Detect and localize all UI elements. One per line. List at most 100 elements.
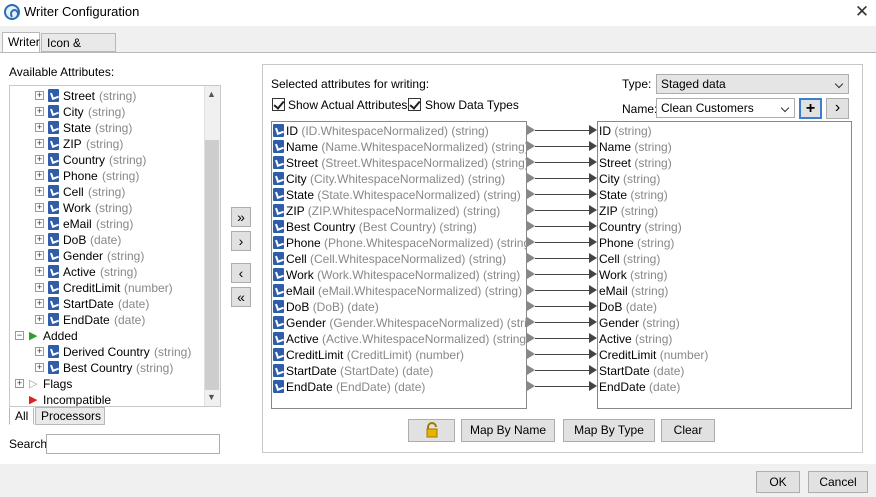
target-attribute-row[interactable]: ZIP (string) (598, 203, 851, 219)
target-handle-icon[interactable] (589, 269, 597, 279)
source-handle-icon[interactable] (527, 125, 535, 135)
source-handle-icon[interactable] (527, 301, 535, 311)
source-handle-icon[interactable] (527, 205, 535, 215)
target-handle-icon[interactable] (589, 333, 597, 343)
expand-icon[interactable]: + (35, 267, 44, 276)
source-handle-icon[interactable] (527, 285, 535, 295)
target-attribute-row[interactable]: ID (string) (598, 123, 851, 139)
target-attribute-row[interactable]: DoB (date) (598, 299, 851, 315)
source-attribute-row[interactable]: EndDate (EndDate) (date) (272, 379, 526, 395)
source-handle-icon[interactable] (527, 189, 535, 199)
show-data-types-checkbox[interactable] (408, 98, 421, 111)
expand-icon[interactable]: + (35, 283, 44, 292)
target-attribute-row[interactable]: City (string) (598, 171, 851, 187)
expand-icon[interactable]: + (35, 139, 44, 148)
type-select[interactable]: Staged data (656, 74, 849, 94)
target-handle-icon[interactable] (589, 125, 597, 135)
expand-icon[interactable]: + (35, 171, 44, 180)
tree-scroll-thumb[interactable] (205, 140, 219, 390)
target-handle-icon[interactable] (589, 237, 597, 247)
target-attribute-row[interactable]: Street (string) (598, 155, 851, 171)
tab-processors[interactable]: Processors (35, 407, 105, 425)
target-handle-icon[interactable] (589, 365, 597, 375)
target-handle-icon[interactable] (589, 141, 597, 151)
source-attribute-row[interactable]: City (City.WhitespaceNormalized) (string… (272, 171, 526, 187)
target-attribute-row[interactable]: CreditLimit (number) (598, 347, 851, 363)
source-handle-icon[interactable] (527, 317, 535, 327)
source-attribute-row[interactable]: Phone (Phone.WhitespaceNormalized) (stri… (272, 235, 526, 251)
scroll-up-icon[interactable]: ▲ (207, 89, 216, 99)
target-handle-icon[interactable] (589, 301, 597, 311)
expand-icon[interactable]: + (35, 123, 44, 132)
scroll-down-icon[interactable]: ▼ (207, 392, 216, 402)
expand-icon[interactable]: + (35, 347, 44, 356)
add-all-button[interactable]: » (231, 207, 251, 227)
target-attribute-row[interactable]: StartDate (date) (598, 363, 851, 379)
target-attribute-row[interactable]: Work (string) (598, 267, 851, 283)
target-handle-icon[interactable] (589, 381, 597, 391)
expand-icon[interactable]: + (35, 203, 44, 212)
expand-icon[interactable]: − (15, 331, 24, 340)
source-attribute-row[interactable]: State (State.WhitespaceNormalized) (stri… (272, 187, 526, 203)
source-attribute-row[interactable]: Best Country (Best Country) (string) (272, 219, 526, 235)
target-handle-icon[interactable] (589, 285, 597, 295)
source-handle-icon[interactable] (527, 221, 535, 231)
target-attribute-row[interactable]: Gender (string) (598, 315, 851, 331)
target-handle-icon[interactable] (589, 157, 597, 167)
close-icon[interactable]: ✕ (852, 1, 872, 23)
ok-button[interactable]: OK (756, 471, 800, 493)
expand-icon[interactable]: + (35, 219, 44, 228)
source-attribute-row[interactable]: ZIP (ZIP.WhitespaceNormalized) (string) (272, 203, 526, 219)
add-selected-button[interactable]: › (231, 231, 251, 251)
source-attribute-row[interactable]: ID (ID.WhitespaceNormalized) (string) (272, 123, 526, 139)
source-attribute-row[interactable]: Gender (Gender.WhitespaceNormalized) (st… (272, 315, 526, 331)
source-handle-icon[interactable] (527, 381, 535, 391)
source-handle-icon[interactable] (527, 157, 535, 167)
source-attribute-row[interactable]: StartDate (StartDate) (date) (272, 363, 526, 379)
cancel-button[interactable]: Cancel (808, 471, 868, 493)
source-handle-icon[interactable] (527, 365, 535, 375)
search-input[interactable] (46, 434, 220, 454)
source-handle-icon[interactable] (527, 349, 535, 359)
source-handle-icon[interactable] (527, 141, 535, 151)
expand-icon[interactable]: + (35, 107, 44, 116)
expand-icon[interactable]: + (35, 299, 44, 308)
target-handle-icon[interactable] (589, 349, 597, 359)
target-attribute-row[interactable]: EndDate (date) (598, 379, 851, 395)
source-attribute-row[interactable]: Street (Street.WhitespaceNormalized) (st… (272, 155, 526, 171)
target-handle-icon[interactable] (589, 317, 597, 327)
expand-icon[interactable]: + (35, 155, 44, 164)
target-attribute-row[interactable]: eMail (string) (598, 283, 851, 299)
expand-icon[interactable]: + (35, 187, 44, 196)
source-handle-icon[interactable] (527, 253, 535, 263)
next-button[interactable]: › (826, 98, 849, 119)
source-attribute-row[interactable]: CreditLimit (CreditLimit) (number) (272, 347, 526, 363)
remove-selected-button[interactable]: ‹ (231, 263, 251, 283)
source-attribute-row[interactable]: DoB (DoB) (date) (272, 299, 526, 315)
target-attribute-row[interactable]: Name (string) (598, 139, 851, 155)
target-handle-icon[interactable] (589, 189, 597, 199)
source-handle-icon[interactable] (527, 269, 535, 279)
add-button[interactable]: + (799, 98, 822, 119)
remove-all-button[interactable]: « (231, 287, 251, 307)
source-handle-icon[interactable] (527, 173, 535, 183)
show-actual-attributes-checkbox[interactable] (272, 98, 285, 111)
target-attribute-row[interactable]: Cell (string) (598, 251, 851, 267)
target-handle-icon[interactable] (589, 173, 597, 183)
source-attribute-row[interactable]: Name (Name.WhitespaceNormalized) (string… (272, 139, 526, 155)
tab-icon-family[interactable]: Icon & Family (41, 33, 116, 64)
target-handle-icon[interactable] (589, 221, 597, 231)
expand-icon[interactable]: + (35, 315, 44, 324)
tab-writer[interactable]: Writer (2, 32, 40, 53)
expand-icon[interactable]: + (35, 91, 44, 100)
target-handle-icon[interactable] (589, 205, 597, 215)
target-attribute-row[interactable]: Active (string) (598, 331, 851, 347)
expand-icon[interactable]: + (35, 235, 44, 244)
name-select[interactable]: Clean Customers (656, 98, 795, 118)
expand-icon[interactable]: + (35, 363, 44, 372)
target-attribute-row[interactable]: Country (string) (598, 219, 851, 235)
unlock-button[interactable] (408, 419, 455, 442)
source-attribute-row[interactable]: Active (Active.WhitespaceNormalized) (st… (272, 331, 526, 347)
target-attribute-row[interactable]: State (string) (598, 187, 851, 203)
expand-icon[interactable]: + (35, 251, 44, 260)
